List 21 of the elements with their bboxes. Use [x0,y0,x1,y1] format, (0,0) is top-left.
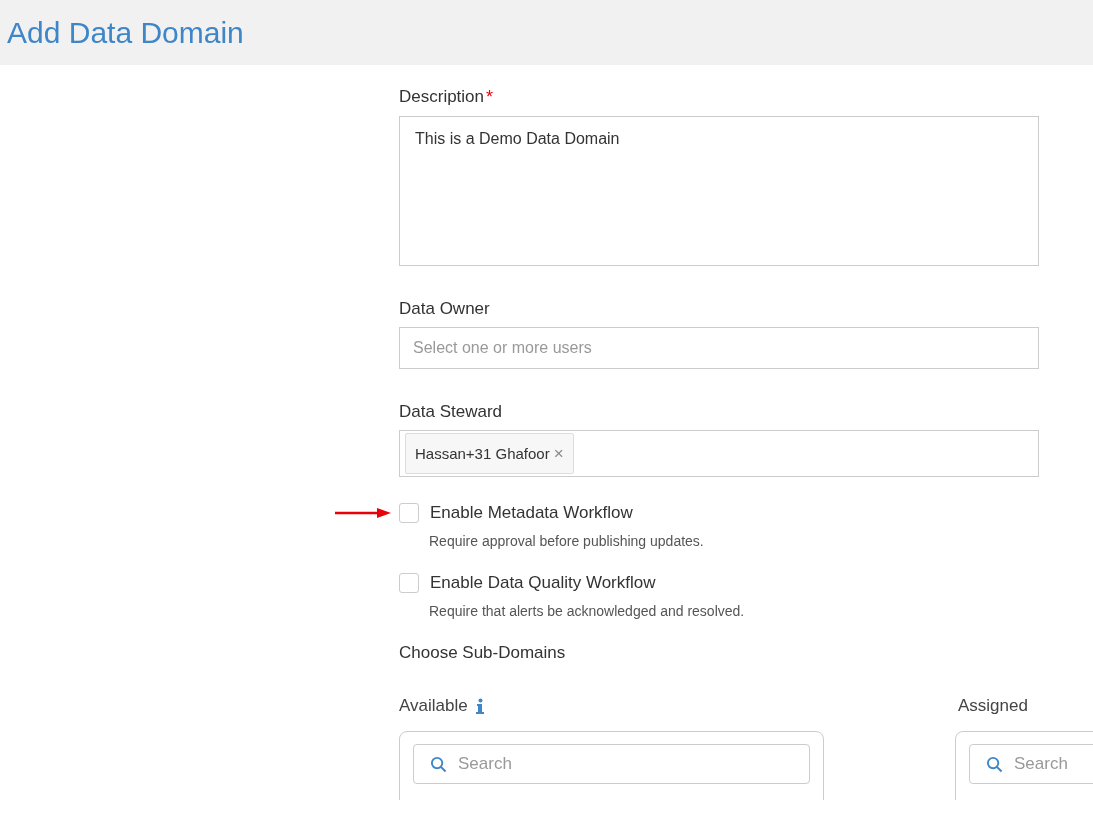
hint-text: Require approval before publishing updates. [429,533,705,549]
list-label: Available [399,696,468,716]
field-label: Description [399,87,485,107]
data-owner-field[interactable]: Select one or more users [399,327,1039,369]
field-label: Data Owner [399,299,491,319]
field-label: Data Steward [399,402,503,422]
page-title: Add Data Domain [7,15,244,50]
search-field[interactable]: Search [969,744,1093,784]
checkbox-label: Enable Metadata Workflow [430,503,633,523]
tag-label: Hassan+31 Ghafoor [415,445,550,462]
description-field[interactable]: This is a Demo Data Domain [399,116,1039,266]
checkbox[interactable] [399,503,419,523]
data-steward-field[interactable]: Hassan+31 Ghafoor × [399,430,1039,477]
info-icon[interactable] [475,698,484,714]
section-title: Choose Sub-Domains [399,643,567,663]
checkbox-label: Enable Data Quality Workflow [430,573,656,593]
checkbox[interactable] [399,573,419,593]
required-marker: * [486,87,494,108]
hint-text: Require that alerts be acknowledged and resolved. [429,603,746,619]
search-field[interactable]: Search [413,744,810,784]
list-label: Assigned [958,696,1028,716]
